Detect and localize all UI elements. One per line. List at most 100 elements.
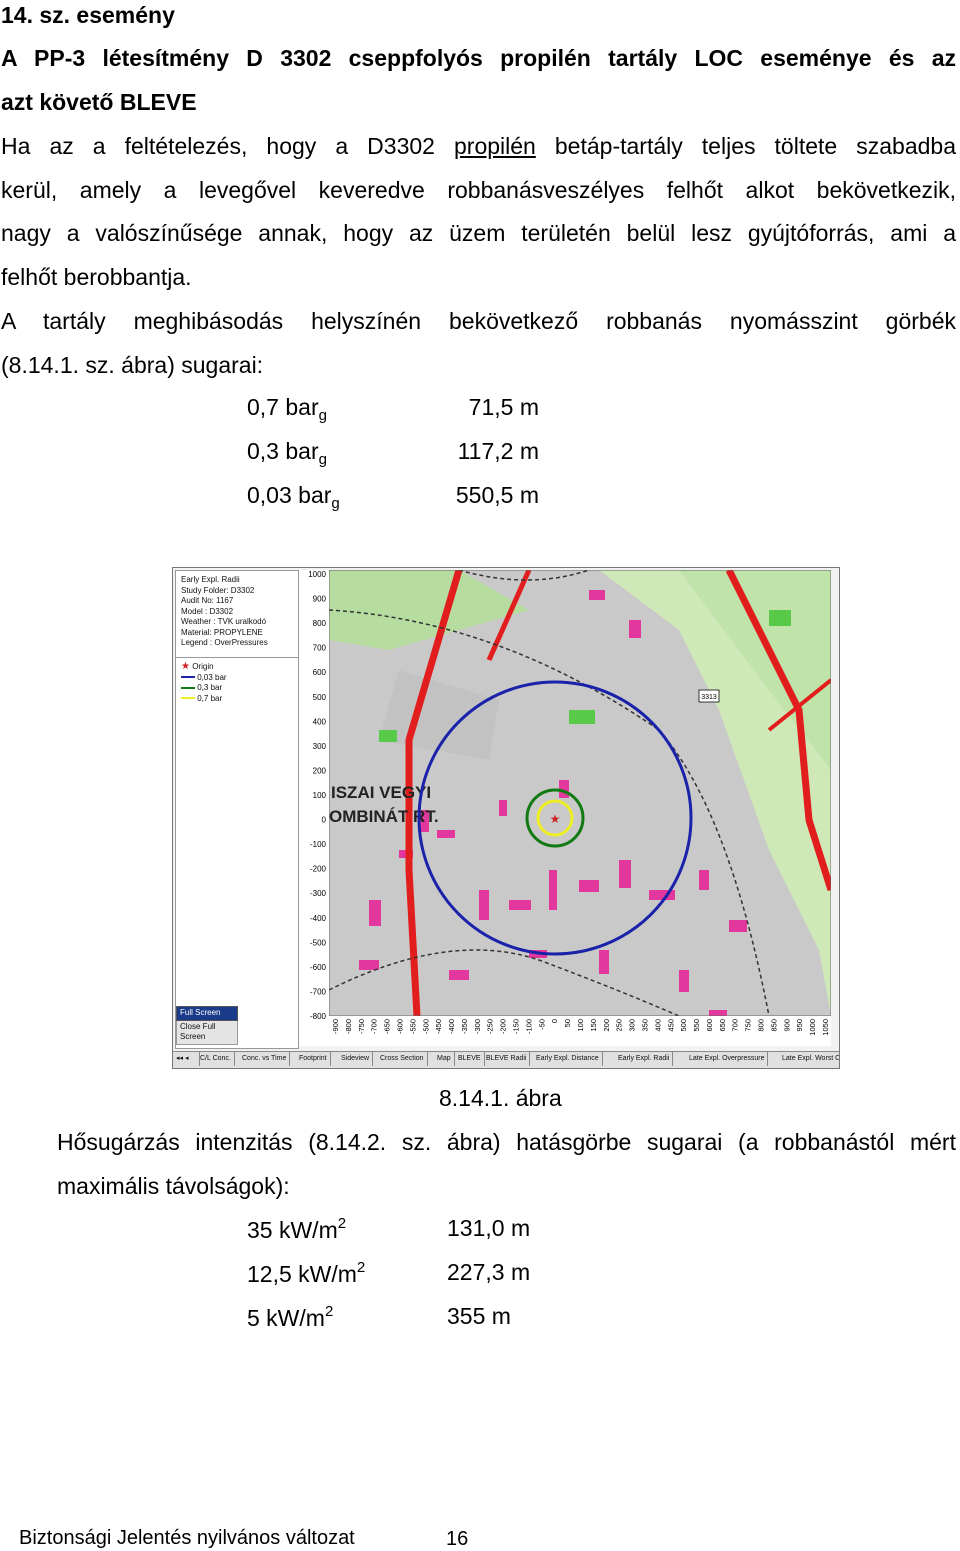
x-tick-label: 900 <box>782 1019 791 1032</box>
x-tick-label: 100 <box>576 1019 585 1032</box>
x-tick-label: 950 <box>795 1019 804 1032</box>
x-tick-label: 400 <box>653 1019 662 1032</box>
x-tick-label: -450 <box>434 1019 443 1034</box>
pressure-distance: 117,2 m <box>457 438 539 464</box>
y-tick-label: 800 <box>313 619 327 628</box>
page-number: 16 <box>446 1528 469 1550</box>
x-tick-label: 300 <box>628 1019 637 1032</box>
origin-star-icon: ★ <box>550 812 561 826</box>
y-tick-label: 0 <box>322 816 327 825</box>
heat-radii-list: 35 kW/m2 131,0 m 12,5 kW/m2 227,3 m 5 kW… <box>247 1207 567 1339</box>
propilen-link[interactable]: propilén <box>454 133 536 159</box>
line-swatch <box>181 697 195 700</box>
site-map[interactable]: 3313 ISZAI VEGYI OMBINÁT RT. ★ 100090080… <box>299 570 831 1046</box>
x-tick-label: 600 <box>705 1019 714 1032</box>
pressure-distance: 550,5 m <box>455 482 539 508</box>
y-tick-label: -800 <box>310 1012 327 1021</box>
x-tick-label: 550 <box>692 1019 701 1032</box>
view-tab[interactable]: Sideview <box>338 1052 374 1066</box>
para1-line1-pre: Ha az a feltételezés, hogy a D3302 <box>1 133 454 159</box>
x-tick-label: 150 <box>589 1019 598 1032</box>
y-tick-label: -500 <box>310 938 327 947</box>
heat-distance: 131,0 m <box>447 1215 531 1241</box>
para1-line2: kerül, amely a levegővel keveredve robba… <box>1 177 956 203</box>
info-line: Study Folder: D3302 <box>181 585 255 595</box>
y-tick-label: 600 <box>313 668 327 677</box>
y-tick-label: -700 <box>310 987 327 996</box>
y-tick-label: 500 <box>313 693 327 702</box>
y-tick-label: 400 <box>313 717 327 726</box>
para2-line2: (8.14.1. sz. ábra) sugarai: <box>1 352 264 378</box>
view-tab[interactable]: Early Expl. Radii <box>615 1052 674 1066</box>
view-tab[interactable]: BLEVE Radii <box>483 1052 531 1066</box>
full-screen-buttons: Full Screen Close Full Screen <box>176 1006 238 1045</box>
pressure-value: 0,7 barg <box>247 394 327 424</box>
x-tick-label: 200 <box>602 1019 611 1032</box>
x-tick-label: -350 <box>460 1019 469 1034</box>
star-icon: ★ <box>181 661 190 672</box>
para3-line1: Hősugárzás intenzitás (8.14.2. sz. ábra)… <box>57 1129 956 1155</box>
x-tick-label: 50 <box>563 1019 572 1027</box>
event-title-line2: azt követő BLEVE <box>1 89 197 115</box>
x-tick-label: -250 <box>486 1019 495 1034</box>
site-label-line2: OMBINÁT RT. <box>329 807 439 826</box>
view-tab[interactable]: Footprint <box>296 1052 331 1066</box>
tab-nav-arrows[interactable]: ◂◂ ◂ <box>173 1052 200 1066</box>
x-tick-label: 1050 <box>821 1019 830 1036</box>
x-tick-label: 350 <box>640 1019 649 1032</box>
y-tick-label: -600 <box>310 963 327 972</box>
para1-line4: felhőt berobbantja. <box>1 264 192 290</box>
view-tab[interactable]: Conc. vs Time <box>239 1052 291 1066</box>
event-title-line1: A PP-3 létesítmény D 3302 cseppfolyós pr… <box>1 45 956 71</box>
line-swatch <box>181 676 195 679</box>
x-tick-label: 850 <box>769 1019 778 1032</box>
y-tick-label: 100 <box>313 791 327 800</box>
x-tick-label: 0 <box>550 1019 559 1023</box>
x-tick-label: -200 <box>499 1019 508 1034</box>
info-line: Weather : TVK uralkodó <box>181 617 267 626</box>
view-tab[interactable]: Map <box>434 1052 455 1066</box>
x-tick-label: -400 <box>447 1019 456 1034</box>
view-tab[interactable]: C/L Conc. <box>197 1052 235 1066</box>
heat-distance: 355 m <box>447 1303 511 1329</box>
x-tick-label: 250 <box>615 1019 624 1032</box>
x-tick-label: -50 <box>537 1019 546 1030</box>
x-tick-label: 750 <box>744 1019 753 1032</box>
view-tab[interactable]: Late Expl. Worst Case <box>779 1052 839 1066</box>
heat-value: 12,5 kW/m2 <box>247 1259 366 1287</box>
pressure-row: 0,3 barg 117,2 m <box>247 430 567 474</box>
view-tab[interactable]: Early Expl. Distance <box>533 1052 603 1066</box>
view-tab[interactable]: Late Expl. Overpressure <box>686 1052 769 1066</box>
y-tick-label: -200 <box>310 865 327 874</box>
figure-caption: 8.14.1. ábra <box>439 1085 562 1111</box>
para3-line2: maximális távolságok): <box>57 1173 290 1199</box>
info-line: Model : D3302 <box>181 606 234 616</box>
x-tick-label: 500 <box>679 1019 688 1032</box>
heat-distance: 227,3 m <box>447 1259 531 1285</box>
x-tick-label: -700 <box>370 1019 379 1034</box>
full-screen-button[interactable]: Full Screen <box>176 1006 238 1021</box>
x-tick-label: -800 <box>344 1019 353 1034</box>
legend-panel: ★ Origin 0,03 bar 0,3 bar 0,7 bar Full S… <box>175 657 299 1049</box>
y-tick-label: 700 <box>313 644 327 653</box>
x-tick-label: -300 <box>473 1019 482 1034</box>
info-line: Material: PROPYLENE <box>181 627 263 637</box>
x-tick-label: -650 <box>383 1019 392 1034</box>
close-full-screen-button[interactable]: Close Full Screen <box>176 1020 238 1045</box>
y-tick-label: 1000 <box>308 570 326 579</box>
y-tick-label: -400 <box>310 914 327 923</box>
explosion-radii-figure: Early Expl. Radii Study Folder: D3302 Au… <box>172 567 840 1069</box>
road-sign-label: 3313 <box>701 694 717 701</box>
x-tick-label: 650 <box>718 1019 727 1032</box>
view-tab[interactable]: Cross Section <box>377 1052 428 1066</box>
heat-row: 12,5 kW/m2 227,3 m <box>247 1251 567 1295</box>
info-line: Legend : OverPressures <box>181 638 268 647</box>
legend-item: 0,03 bar <box>181 673 298 684</box>
view-tab[interactable]: BLEVE <box>455 1052 485 1066</box>
view-tabs-bar: ◂◂ ◂ C/L Conc. Conc. vs Time Footprint Side… <box>173 1051 839 1068</box>
x-tick-label: -600 <box>395 1019 404 1034</box>
line-swatch <box>181 686 195 689</box>
pressure-distance: 71,5 m <box>468 394 539 420</box>
event-number: 14. sz. esemény <box>1 2 175 28</box>
para2-line1: A tartály meghibásodás helyszínén beköve… <box>1 308 956 334</box>
